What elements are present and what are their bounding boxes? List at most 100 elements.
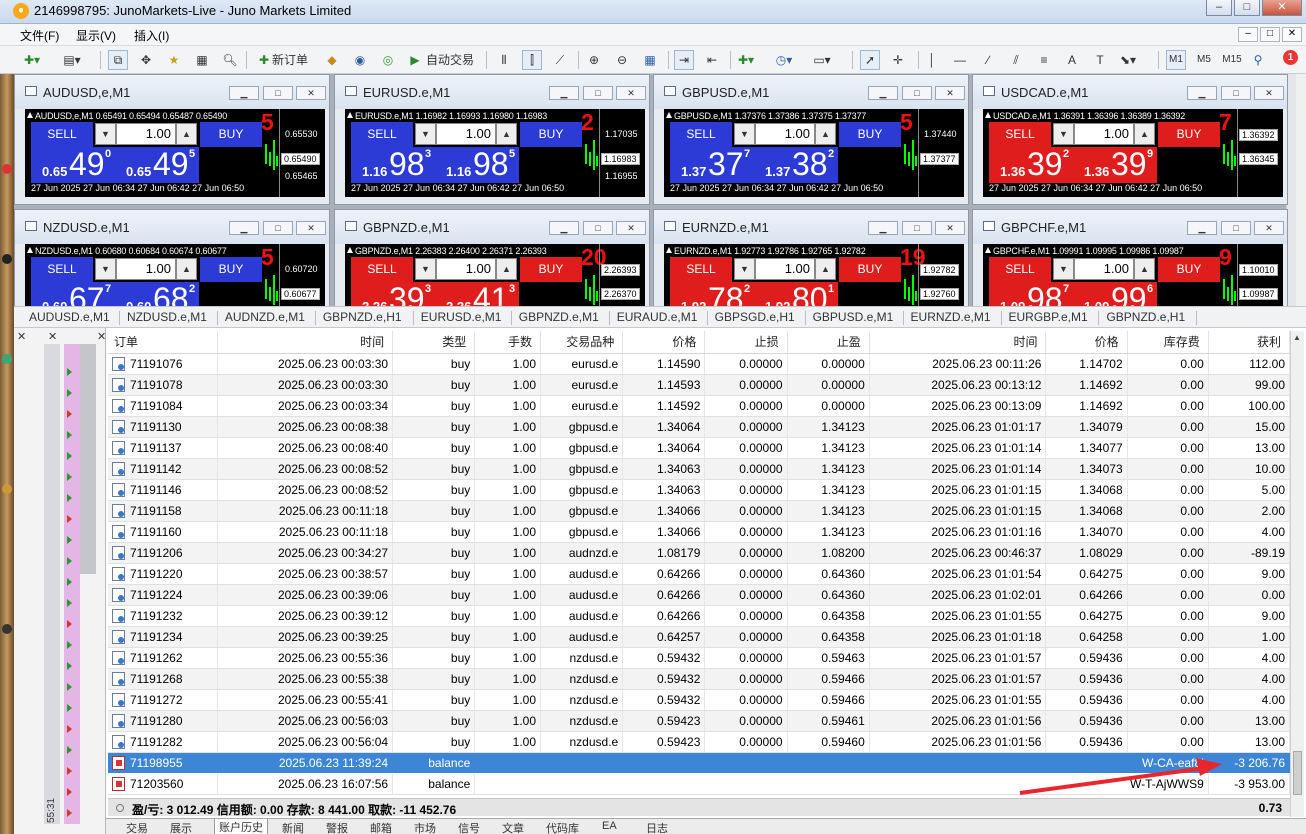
close-icon[interactable]: ✕ <box>97 330 106 343</box>
new-chart-icon[interactable]: ✚▾ <box>22 50 42 70</box>
chart-tab[interactable]: GBPNZD.e,H1 <box>1106 310 1185 324</box>
lot-size-input[interactable]: 1.00 <box>1074 258 1134 280</box>
chart-plot-area[interactable]: GBPCHF.e,M1 1.09991 1.09995 1.09986 1.09… <box>983 244 1283 306</box>
lot-decrease-icon[interactable]: ▼ <box>734 258 755 280</box>
close-button[interactable]: ✕ <box>1262 0 1302 16</box>
chart-close-button[interactable]: ✕ <box>1254 86 1284 100</box>
chart-window[interactable]: GBPCHF.e,M1 ▁ □ ✕ GBPCHF.e,M1 1.09991 1.0999… <box>972 209 1288 306</box>
chart-minimize-button[interactable]: ▁ <box>868 86 898 100</box>
zoom-in-icon[interactable]: ⊕ <box>584 50 604 70</box>
chart-plot-area[interactable]: EURNZD.e,M1 1.92773 1.92786 1.92765 1.92… <box>664 244 964 306</box>
table-row[interactable]: 71191084 2025.06.23 00:03:34 buy 1.00 eurusd… <box>108 395 1291 417</box>
chart-minimize-button[interactable]: ▁ <box>229 86 259 100</box>
signals-icon[interactable]: ◉ <box>350 50 370 70</box>
table-row[interactable]: 71191160 2025.06.23 00:11:18 buy 1.00 gbpusd… <box>108 521 1291 543</box>
arrows-icon[interactable]: ⬊▾ <box>1118 50 1138 70</box>
buy-button[interactable]: BUY <box>1158 257 1220 282</box>
table-row[interactable]: 71191078 2025.06.23 00:03:30 buy 1.00 eurusd… <box>108 374 1291 396</box>
table-row[interactable]: 71191282 2025.06.23 00:56:04 buy 1.00 nzdusd… <box>108 731 1291 753</box>
close-icon[interactable]: ✕ <box>48 330 57 343</box>
lot-decrease-icon[interactable]: ▼ <box>415 123 436 145</box>
terminal-tab[interactable]: 邮箱 <box>370 820 392 834</box>
maximize-button[interactable]: □ <box>1234 0 1260 16</box>
chart-window[interactable]: GBPNZD.e,M1 ▁ □ ✕ GBPNZD.e,M1 2.26383 2.2640… <box>334 209 650 306</box>
bar-chart-icon[interactable]: ⫴ <box>494 50 514 70</box>
chart-plot-area[interactable]: EURUSD.e,M1 1.16982 1.16993 1.16980 1.16… <box>345 109 645 197</box>
timeframe-m1-button[interactable]: M1 <box>1166 50 1186 70</box>
chart-close-button[interactable]: ✕ <box>616 86 646 100</box>
chart-close-button[interactable]: ✕ <box>935 86 965 100</box>
sell-price-display[interactable]: 0.60677 <box>31 282 115 306</box>
navigator-icon[interactable]: ★ <box>164 50 184 70</box>
lot-increase-icon[interactable]: ▲ <box>815 258 836 280</box>
lot-increase-icon[interactable]: ▲ <box>176 258 197 280</box>
sell-button[interactable]: SELL <box>670 257 732 282</box>
chart-minimize-button[interactable]: ▁ <box>549 86 579 100</box>
table-row[interactable]: 71191268 2025.06.23 00:55:38 buy 1.00 nzdusd… <box>108 668 1291 690</box>
chart-plot-area[interactable]: GBPUSD.e,M1 1.37376 1.37386 1.37375 1.37… <box>664 109 964 197</box>
terminal-tab[interactable]: 代码库 <box>546 820 579 834</box>
line-chart-icon[interactable]: ⟋ <box>550 50 570 70</box>
data-window-icon[interactable]: ✥ <box>136 50 156 70</box>
chart-window-caption[interactable]: USDCAD.e,M1 ▁ □ ✕ <box>973 75 1287 109</box>
column-header[interactable]: 订单 <box>108 331 219 354</box>
sell-button[interactable]: SELL <box>670 122 732 147</box>
lot-increase-icon[interactable]: ▲ <box>496 258 517 280</box>
terminal-tab[interactable]: 账户历史 <box>214 819 268 834</box>
chart-minimize-button[interactable]: ▁ <box>229 221 259 235</box>
chart-window[interactable]: GBPUSD.e,M1 ▁ □ ✕ GBPUSD.e,M1 1.37376 1.3738… <box>653 74 969 205</box>
buy-button[interactable]: BUY <box>839 257 901 282</box>
lot-increase-icon[interactable]: ▲ <box>496 123 517 145</box>
chart-tab[interactable]: GBPNZD.e,M1 <box>519 310 599 324</box>
lot-size-input[interactable]: 1.00 <box>755 123 815 145</box>
buy-button[interactable]: BUY <box>520 122 582 147</box>
column-header[interactable]: 交易品种 <box>540 331 624 354</box>
buy-price-display[interactable]: 0.65 49 5 <box>115 147 199 183</box>
chart-window[interactable]: EURUSD.e,M1 ▁ □ ✕ EURUSD.e,M1 1.16982 1.1699… <box>334 74 650 205</box>
column-header[interactable]: 库存费 <box>1127 331 1209 354</box>
chart-maximize-button[interactable]: □ <box>1221 221 1251 235</box>
lot-increase-icon[interactable]: ▲ <box>1134 123 1155 145</box>
tile-windows-icon[interactable]: ▦ <box>640 50 660 70</box>
navigator-scrollbar[interactable] <box>80 344 96 574</box>
chart-tab[interactable]: GBPNZD.e,H1 <box>323 310 402 324</box>
buy-price-display[interactable]: 1.37 38 2 <box>754 147 838 183</box>
terminal-tab[interactable]: 文章 <box>502 820 524 834</box>
chart-window[interactable]: NZDUSD.e,M1 ▁ □ ✕ NZDUSD.e,M1 0.60680 0.6068… <box>14 209 330 306</box>
column-header[interactable]: 价格 <box>1045 331 1128 354</box>
close-icon[interactable]: ✕ <box>17 330 26 343</box>
chart-tab[interactable]: NZDUSD.e,M1 <box>127 310 207 324</box>
chart-minimize-button[interactable]: ▁ <box>1187 86 1217 100</box>
lot-size-input[interactable]: 1.00 <box>116 258 176 280</box>
column-header[interactable]: 类型 <box>392 331 476 354</box>
chart-tab[interactable]: GBPUSD.e,M1 <box>813 310 894 324</box>
chart-maximize-button[interactable]: □ <box>263 221 293 235</box>
terminal-tab[interactable]: EA <box>602 820 617 832</box>
table-row[interactable]: 71191142 2025.06.23 00:08:52 buy 1.00 gbpusd… <box>108 458 1291 480</box>
navigator-scroll-strip[interactable] <box>44 344 60 824</box>
sell-button[interactable]: SELL <box>31 257 93 282</box>
periods-icon[interactable]: ◷▾ <box>774 50 794 70</box>
chart-window-caption[interactable]: EURUSD.e,M1 ▁ □ ✕ <box>335 75 649 109</box>
search-icon[interactable]: ⚲ <box>1248 50 1268 70</box>
terminal-tab[interactable]: 交易 <box>126 820 148 834</box>
table-row[interactable]: 71191262 2025.06.23 00:55:36 buy 1.00 nzdusd… <box>108 647 1291 669</box>
lot-decrease-icon[interactable]: ▼ <box>1053 258 1074 280</box>
chart-window-caption[interactable]: EURNZD.e,M1 ▁ □ ✕ <box>654 210 968 244</box>
table-row[interactable]: 71191280 2025.06.23 00:56:03 buy 1.00 nzdusd… <box>108 710 1291 732</box>
chart-window-caption[interactable]: GBPUSD.e,M1 ▁ □ ✕ <box>654 75 968 109</box>
sell-price-display[interactable]: 1.92782 <box>670 282 754 306</box>
table-row[interactable]: 71191234 2025.06.23 00:39:25 buy 1.00 audusd… <box>108 626 1291 648</box>
chart-window[interactable]: USDCAD.e,M1 ▁ □ ✕ USDCAD.e,M1 1.36391 1.3639… <box>972 74 1288 205</box>
profiles-icon[interactable]: ▤▾ <box>62 50 82 70</box>
column-header[interactable]: 止损 <box>704 331 788 354</box>
buy-button[interactable]: BUY <box>200 257 262 282</box>
buy-button[interactable]: BUY <box>839 122 901 147</box>
column-header[interactable]: 时间 <box>217 331 394 354</box>
terminal-tab[interactable]: 日志 <box>646 820 668 834</box>
table-row[interactable]: 71191232 2025.06.23 00:39:12 buy 1.00 audusd… <box>108 605 1291 627</box>
timeframe-m15-button[interactable]: M15 <box>1222 50 1242 70</box>
chart-tab[interactable]: AUDUSD.e,M1 <box>29 310 110 324</box>
column-header[interactable]: 价格 <box>622 331 706 354</box>
lot-size-input[interactable]: 1.00 <box>436 123 496 145</box>
